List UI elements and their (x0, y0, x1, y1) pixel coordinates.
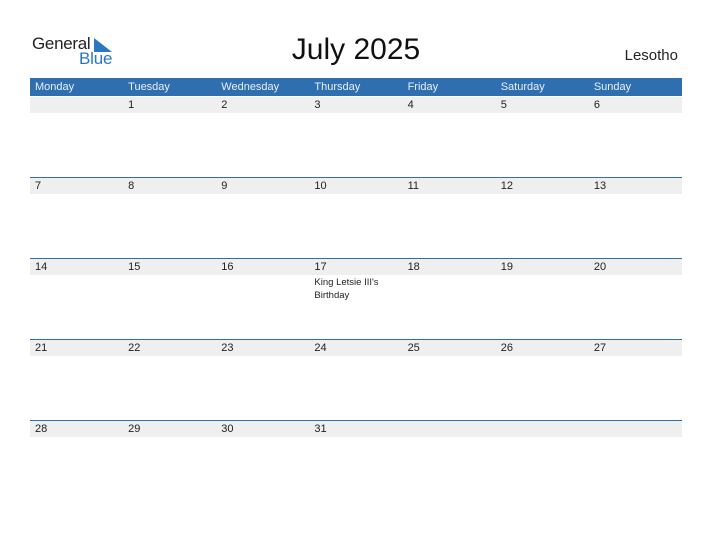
day-number: 24 (314, 342, 327, 354)
day-cell[interactable]: 15 (123, 259, 216, 319)
day-number: 30 (221, 423, 234, 435)
day-cell[interactable] (589, 421, 682, 481)
day-cell[interactable]: 11 (403, 178, 496, 238)
holiday-event: King Letsie III's Birthday (314, 277, 379, 301)
week-row: 21 22 23 24 25 26 27 (30, 339, 682, 420)
day-number: 13 (593, 180, 607, 192)
day-number: 26 (500, 342, 513, 354)
day-number: 14 (35, 261, 48, 273)
day-cell[interactable]: 26 (496, 340, 589, 400)
day-cell[interactable]: 9 (216, 178, 309, 238)
day-cell[interactable]: 25 (403, 340, 496, 400)
day-number: 28 (35, 423, 48, 435)
week-row: 28 29 30 31 (30, 420, 682, 501)
day-cell[interactable]: 7 (30, 178, 123, 238)
day-cell[interactable]: 13 (589, 178, 682, 238)
country-label: Lesotho (624, 47, 678, 64)
day-cell[interactable]: 12 (496, 178, 589, 238)
day-number: 25 (407, 342, 420, 354)
day-cell[interactable]: 19 (496, 259, 589, 319)
weekday-friday: Friday (407, 81, 439, 93)
day-number: 9 (221, 180, 228, 192)
day-cell[interactable]: 20 (589, 259, 682, 319)
weekday-monday: Monday (35, 81, 75, 93)
day-cell[interactable]: 16 (216, 259, 309, 319)
day-cell[interactable]: 22 (123, 340, 216, 400)
day-cell[interactable] (403, 421, 496, 481)
weekday-thursday: Thursday (314, 81, 361, 93)
day-cell[interactable]: 10 (309, 178, 402, 238)
day-number: 16 (221, 261, 234, 273)
day-cell[interactable]: 6 (589, 97, 682, 157)
day-cell[interactable]: 31 (309, 421, 402, 481)
day-number: 17 (314, 261, 327, 273)
day-number: 12 (500, 180, 513, 192)
day-number: 27 (593, 342, 607, 354)
day-cell[interactable]: 4 (403, 97, 496, 157)
day-number: 15 (128, 261, 141, 273)
week-row: 7 8 9 10 11 12 13 (30, 177, 682, 258)
weekday-wednesday: Wednesday (221, 81, 280, 93)
day-number: 31 (314, 423, 327, 435)
weekday-tuesday: Tuesday (128, 81, 170, 93)
day-number: 3 (314, 99, 321, 111)
day-number: 1 (128, 99, 135, 111)
day-number: 2 (221, 99, 228, 111)
day-number: 4 (407, 99, 414, 111)
week-row: 14 15 16 17 King Letsie III's Birthday 18 19 20 (30, 258, 682, 339)
day-cell[interactable]: 17 King Letsie III's Birthday (309, 259, 402, 319)
day-cell[interactable]: 23 (216, 340, 309, 400)
day-number: 6 (593, 99, 600, 111)
day-cell[interactable]: 5 (496, 97, 589, 157)
day-cell[interactable]: 24 (309, 340, 402, 400)
day-cell[interactable]: 14 (30, 259, 123, 319)
day-cell[interactable]: 8 (123, 178, 216, 238)
day-cell[interactable]: 29 (123, 421, 216, 481)
weekday-saturday: Saturday (500, 81, 545, 93)
day-number: 22 (128, 342, 141, 354)
day-number: 11 (407, 180, 419, 192)
day-number: 7 (35, 180, 42, 192)
weekday-header: Monday Tuesday Wednesday Thursday Friday… (30, 78, 682, 96)
day-number: 10 (314, 180, 327, 192)
day-cell[interactable] (496, 421, 589, 481)
weekday-sunday: Sunday (593, 81, 632, 93)
day-number: 20 (593, 261, 607, 273)
day-cell[interactable]: 27 (589, 340, 682, 400)
day-cell[interactable]: 30 (216, 421, 309, 481)
day-cell[interactable]: 28 (30, 421, 123, 481)
day-cell[interactable]: 3 (309, 97, 402, 157)
day-cell[interactable]: 21 (30, 340, 123, 400)
day-number: 29 (128, 423, 141, 435)
calendar-title: July 2025 (291, 33, 421, 66)
day-cell[interactable]: 18 (403, 259, 496, 319)
day-number: 21 (35, 342, 48, 354)
day-number: 23 (221, 342, 234, 354)
day-cell[interactable] (30, 97, 123, 157)
day-cell[interactable]: 1 (123, 97, 216, 157)
day-number: 8 (128, 180, 135, 192)
day-number: 19 (500, 261, 513, 273)
day-number: 18 (407, 261, 420, 273)
day-cell[interactable]: 2 (216, 97, 309, 157)
day-number: 5 (500, 99, 507, 111)
week-row: 1 2 3 4 5 6 (30, 96, 682, 177)
